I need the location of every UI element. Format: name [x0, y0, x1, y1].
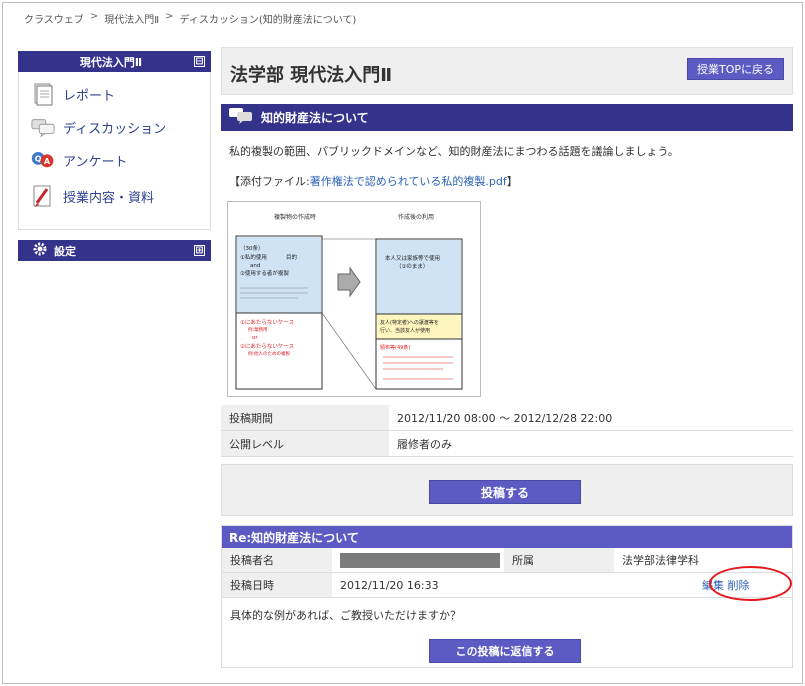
attachment-suffix: 】: [506, 175, 518, 188]
breadcrumb-separator: >: [165, 11, 174, 22]
post-area: 投稿する: [221, 464, 793, 516]
breadcrumb-item-course[interactable]: 現代法入門Ⅱ: [104, 11, 159, 26]
info-value: 履修者のみ: [389, 431, 793, 456]
collapse-icon[interactable]: ⊟: [194, 56, 205, 67]
attachment-prefix: 【添付ファイル:: [229, 175, 310, 188]
diagram-text: and: [250, 263, 260, 269]
discussion-icon: [31, 115, 55, 139]
author-redacted: [340, 552, 500, 568]
svg-text:Q: Q: [35, 155, 42, 164]
diagram-text: 目的: [286, 253, 298, 261]
affiliation-value: 法学部法律学科: [622, 554, 699, 567]
affiliation-label: 所属: [504, 548, 614, 572]
attachment-line: 【添付ファイル:著作権法で認められている私的複製.pdf】: [229, 173, 518, 189]
breadcrumb-separator: >: [89, 11, 99, 22]
author-value: [332, 548, 504, 572]
discussion-icon: [229, 107, 253, 128]
sidebar-item-label: レポート: [63, 88, 116, 104]
course-top-button[interactable]: 授業TOPに戻る: [687, 58, 784, 80]
date-value: 2012/11/20 16:33: [340, 578, 439, 592]
diagram-text: 本人又は家族等で使用: [385, 254, 440, 262]
sidebar-menu: レポート ディスカッション QA アンケート 授業内容・資料: [18, 72, 211, 230]
diagram-text: 例:業務用: [248, 326, 268, 333]
diagram-text: ①私的使用: [240, 253, 267, 261]
sidebar-item-label: ディスカッション: [63, 121, 167, 137]
expand-icon[interactable]: ⊞: [194, 245, 205, 256]
date-label: 投稿日時: [222, 573, 332, 597]
table-row: 投稿期間 2012/11/20 08:00 〜 2012/12/28 22:00: [221, 405, 793, 431]
diagram-text: ②にあたらないケース: [240, 343, 294, 350]
table-row: 投稿日時 2012/11/20 16:33 編集 削除: [222, 573, 792, 598]
sidebar-course-title: 現代法入門Ⅱ: [79, 55, 143, 69]
author-label: 投稿者名: [222, 548, 332, 572]
diagram-text: ①にあたらないケース: [240, 319, 294, 326]
highlight-ring: [709, 566, 792, 601]
sidebar-course-header: 現代法入門Ⅱ ⊟: [18, 51, 211, 72]
attachment-link[interactable]: 著作権法で認められている私的複製.pdf: [310, 175, 507, 188]
diagram-text: ②使用する者が複製: [240, 269, 289, 277]
discussion-title-bar: 知的財産法について: [221, 104, 793, 131]
info-label: 公開レベル: [221, 431, 389, 456]
gear-icon: [32, 241, 48, 260]
materials-icon: [31, 184, 55, 208]
breadcrumb-item-current: ディスカッション(知的財産法について): [179, 15, 357, 26]
settings-title: 設定: [54, 244, 76, 258]
page-title: 法学部 現代法入門Ⅱ: [230, 65, 393, 86]
svg-text:A: A: [44, 157, 51, 166]
sidebar-item-survey[interactable]: QA アンケート: [31, 148, 127, 172]
sidebar-item-materials[interactable]: 授業内容・資料: [31, 184, 154, 208]
diagram-text: 行い、当該友人が使用: [380, 327, 430, 334]
diagram-text: or: [252, 335, 258, 341]
diagram-text: （30条）: [240, 244, 264, 252]
sidebar-item-label: アンケート: [63, 154, 128, 170]
table-row: 投稿者名 所属 法学部法律学科: [222, 548, 792, 573]
diagram-right-title: 作成後の利用: [398, 213, 434, 221]
table-row: 公開レベル 履修者のみ: [221, 431, 793, 457]
diagram-text: 友人(特定者)への譲渡等を: [380, 319, 439, 326]
breadcrumb: クラスウェブ > 現代法入門Ⅱ > ディスカッション(知的財産法について): [24, 11, 356, 26]
report-icon: [31, 82, 55, 106]
sidebar-item-report[interactable]: レポート: [31, 82, 115, 106]
settings-title-wrap: 設定: [18, 241, 194, 260]
attachment-diagram: 複製物の作成時 作成後の利用 （30条） ①私的使用 目的 and ②使用する者…: [227, 201, 481, 397]
discussion-title: 知的財産法について: [261, 111, 369, 125]
discussion-description: 私的複製の範囲、パブリックドメインなど、知的財産法にまつわる話題を議論しましょう…: [229, 145, 679, 158]
sidebar-item-discussion[interactable]: ディスカッション: [31, 115, 166, 139]
course-header: 法学部 現代法入門Ⅱ 授業TOPに戻る: [221, 47, 793, 95]
post-button[interactable]: 投稿する: [429, 480, 581, 504]
info-label: 投稿期間: [221, 405, 389, 430]
sidebar-settings-header[interactable]: 設定 ⊞: [18, 240, 211, 261]
info-value: 2012/11/20 08:00 〜 2012/12/28 22:00: [389, 405, 793, 430]
breadcrumb-item-classweb[interactable]: クラスウェブ: [24, 11, 84, 26]
survey-icon: QA: [31, 148, 55, 172]
sidebar-item-label: 授業内容・資料: [63, 190, 155, 206]
diagram-left-title: 複製物の作成時: [274, 213, 316, 221]
reply-card: Re:知的財産法について 投稿者名 所属 法学部法律学科 投稿日時 2012/1…: [221, 525, 793, 668]
diagram-text: （①のまま）: [396, 263, 428, 270]
discussion-info-table: 投稿期間 2012/11/20 08:00 〜 2012/12/28 22:00…: [221, 405, 793, 457]
reply-title: Re:知的財産法について: [222, 526, 792, 548]
reply-button[interactable]: この投稿に返信する: [429, 639, 581, 663]
diagram-text: 例:他人のための複製: [248, 350, 291, 357]
reply-body: 具体的な例があれば、ご教授いただけますか？: [230, 609, 461, 622]
diagram-text: 頒布等(49条): [380, 344, 410, 351]
